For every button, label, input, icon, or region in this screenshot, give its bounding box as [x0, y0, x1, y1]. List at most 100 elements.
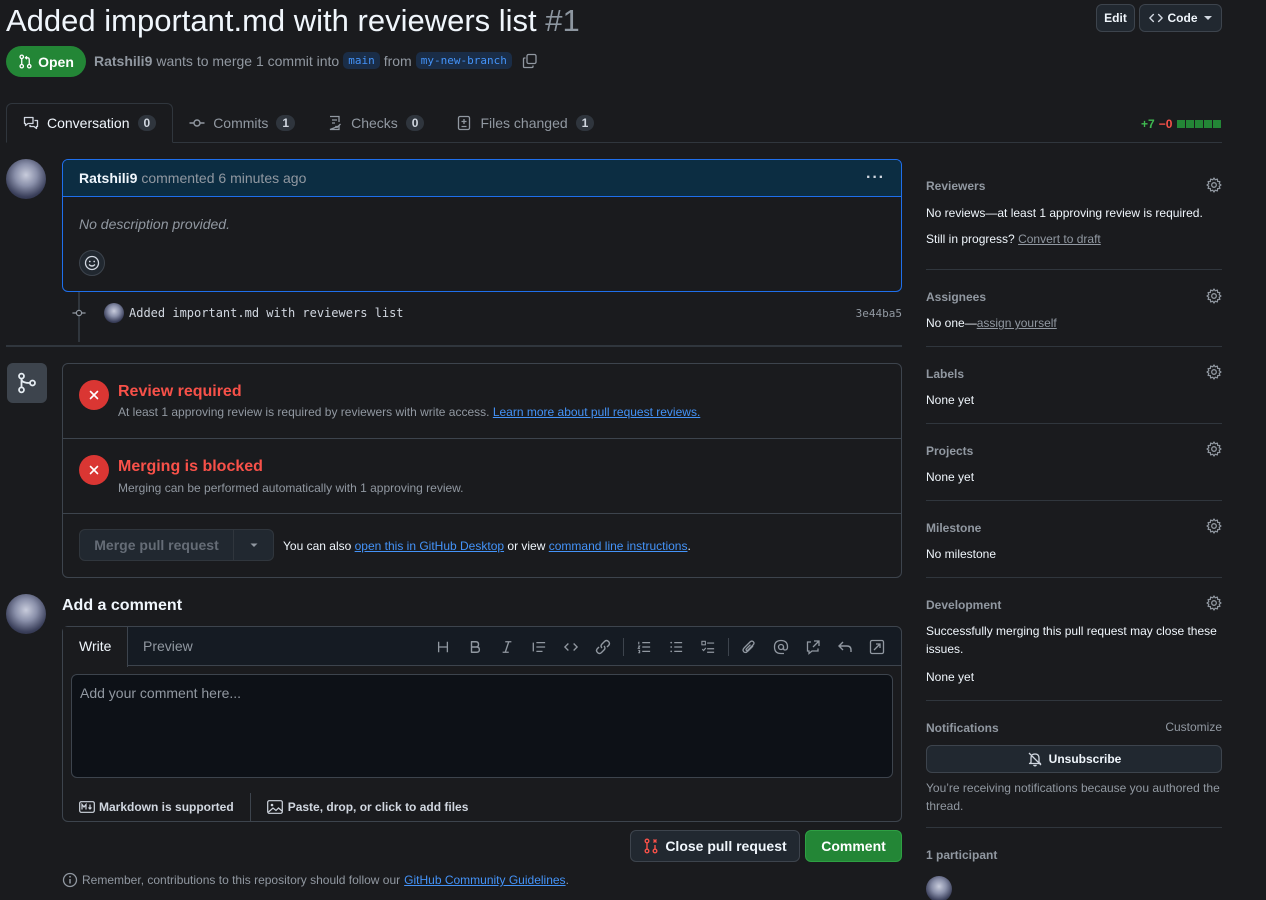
unsubscribe-button[interactable]: Unsubscribe	[926, 745, 1222, 773]
commit-message[interactable]: Added important.md with reviewers list	[129, 306, 404, 320]
tab-files-changed-count: 1	[575, 115, 595, 131]
sidebar-development-text: Successfully merging this pull request m…	[926, 624, 1217, 656]
sidebar-projects-title[interactable]: Projects	[926, 443, 1222, 459]
github-desktop-link[interactable]: open this in GitHub Desktop	[355, 539, 504, 553]
mention-icon[interactable]	[765, 636, 797, 658]
community-guidelines-note: Remember, contributions to this reposito…	[62, 872, 569, 888]
merge-alt-note: You can also open this in GitHub Desktop…	[283, 539, 691, 553]
commit-author-avatar[interactable]	[104, 303, 124, 323]
sidebar-labels-title[interactable]: Labels	[926, 366, 1222, 382]
sidebar-development-title[interactable]: Development	[926, 597, 1222, 613]
pr-author-link[interactable]: Ratshili9	[94, 53, 152, 69]
edit-button[interactable]: Edit	[1096, 4, 1135, 32]
merge-pull-request-button[interactable]: Merge pull request	[79, 529, 274, 561]
italic-icon[interactable]	[491, 636, 523, 658]
tab-conversation[interactable]: Conversation 0	[6, 103, 174, 143]
pr-title-text: Added important.md with reviewers list	[6, 3, 537, 38]
tab-files-changed[interactable]: Files changed 1	[440, 103, 610, 143]
pr-state-badge: Open	[6, 46, 86, 77]
list-ordered-icon[interactable]	[628, 636, 660, 658]
sidebar-participants: 1 participant	[926, 828, 1222, 900]
markdown-note[interactable]: Markdown is supported	[99, 800, 234, 814]
sidebar-participants-title: 1 participant	[926, 848, 998, 862]
customize-notifications-link[interactable]: Customize	[1165, 720, 1222, 734]
attach-files-note[interactable]: Paste, drop, or click to add files	[288, 800, 469, 814]
copy-icon[interactable]	[522, 53, 538, 69]
close-pull-request-button[interactable]: Close pull request	[630, 830, 800, 862]
convert-to-draft-link[interactable]: Convert to draft	[1018, 232, 1101, 246]
tab-commits[interactable]: Commits 1	[173, 103, 311, 143]
comment-button-label: Comment	[821, 838, 886, 854]
reply-icon[interactable]	[829, 636, 861, 658]
tab-checks-label: Checks	[351, 115, 398, 131]
gear-icon[interactable]	[1206, 595, 1222, 611]
community-guidelines-link[interactable]: GitHub Community Guidelines	[404, 873, 565, 887]
close-pull-request-label: Close pull request	[665, 838, 787, 854]
merge-button-label: Merge pull request	[80, 530, 234, 560]
git-pull-request-closed-icon	[643, 838, 659, 854]
fullscreen-icon[interactable]	[861, 636, 893, 658]
sidebar-assignees-title[interactable]: Assignees	[926, 289, 1222, 305]
pr-description-comment: Ratshili9 commented 6 minutes ago ··· No…	[62, 159, 902, 292]
bold-icon[interactable]	[459, 636, 491, 658]
sidebar-reviewers-title[interactable]: Reviewers	[926, 178, 1222, 194]
assignees-none-text: No one—	[926, 316, 977, 330]
sidebar-milestone-title[interactable]: Milestone	[926, 520, 1222, 536]
sidebar-development: Development Successfully merging this pu…	[926, 578, 1222, 701]
code-icon[interactable]	[555, 636, 587, 658]
code-button-label: Code	[1167, 11, 1198, 25]
markdown-icon	[79, 801, 95, 813]
sidebar-labels-value: None yet	[926, 393, 975, 407]
sidebar-reviewers-text: No reviews—at least 1 approving review i…	[926, 206, 1203, 220]
cross-reference-icon[interactable]	[797, 636, 829, 658]
triangle-down-icon	[1203, 13, 1213, 23]
gear-icon[interactable]	[1206, 518, 1222, 534]
assign-yourself-link[interactable]: assign yourself	[977, 316, 1057, 330]
heading-icon[interactable]	[427, 636, 459, 658]
merging-blocked-title: Merging is blocked	[118, 458, 263, 475]
comment-body: No description provided.	[79, 216, 230, 232]
code-icon	[1148, 11, 1163, 25]
tab-conversation-label: Conversation	[47, 115, 130, 131]
footnote-text: Remember, contributions to this reposito…	[82, 873, 401, 887]
quote-icon[interactable]	[523, 636, 555, 658]
comment-author[interactable]: Ratshili9	[79, 170, 137, 186]
review-learn-more-link[interactable]: Learn more about pull request reviews.	[493, 405, 700, 419]
gear-icon[interactable]	[1206, 177, 1222, 193]
sidebar-projects-value: None yet	[926, 470, 975, 484]
notifications-reason: You’re receiving notifications because y…	[926, 781, 1220, 813]
base-branch[interactable]: main	[343, 52, 380, 69]
tab-checks[interactable]: Checks 0	[311, 103, 440, 143]
tab-preview[interactable]: Preview	[127, 627, 209, 666]
comment-textarea[interactable]: Add your comment here...	[71, 674, 893, 778]
sidebar-labels: Labels None yet	[926, 347, 1222, 424]
comment-button[interactable]: Comment	[805, 830, 902, 862]
link-icon[interactable]	[587, 636, 619, 658]
code-button[interactable]: Code	[1139, 4, 1222, 32]
commit-sha[interactable]: 3e44ba5	[856, 307, 902, 320]
add-reaction-button[interactable]	[79, 250, 105, 276]
tab-write[interactable]: Write	[63, 627, 129, 667]
comment-time[interactable]: 6 minutes ago	[218, 170, 306, 186]
sidebar: Reviewers No reviews—at least 1 approvin…	[926, 160, 1222, 900]
pr-state-label: Open	[38, 53, 74, 70]
gear-icon[interactable]	[1206, 288, 1222, 304]
gear-icon[interactable]	[1206, 364, 1222, 380]
avatar[interactable]	[6, 159, 46, 199]
list-unordered-icon[interactable]	[660, 636, 692, 658]
avatar[interactable]	[6, 594, 46, 634]
gear-icon[interactable]	[1206, 441, 1222, 457]
paperclip-icon[interactable]	[733, 636, 765, 658]
command-line-link[interactable]: command line instructions	[549, 539, 688, 553]
diffstat-additions: +7	[1141, 117, 1155, 131]
git-pull-request-icon	[18, 54, 33, 69]
head-branch[interactable]: my-new-branch	[415, 52, 512, 69]
merge-also-text: You can also	[283, 539, 352, 553]
triangle-down-icon[interactable]	[234, 540, 273, 550]
tasklist-icon[interactable]	[692, 636, 724, 658]
tab-conversation-count: 0	[137, 115, 157, 131]
comment-header: Ratshili9 commented 6 minutes ago ···	[63, 160, 901, 197]
kebab-horizontal-icon[interactable]: ···	[866, 169, 885, 187]
participant-avatar[interactable]	[926, 876, 952, 900]
comment-action: commented	[141, 170, 215, 186]
